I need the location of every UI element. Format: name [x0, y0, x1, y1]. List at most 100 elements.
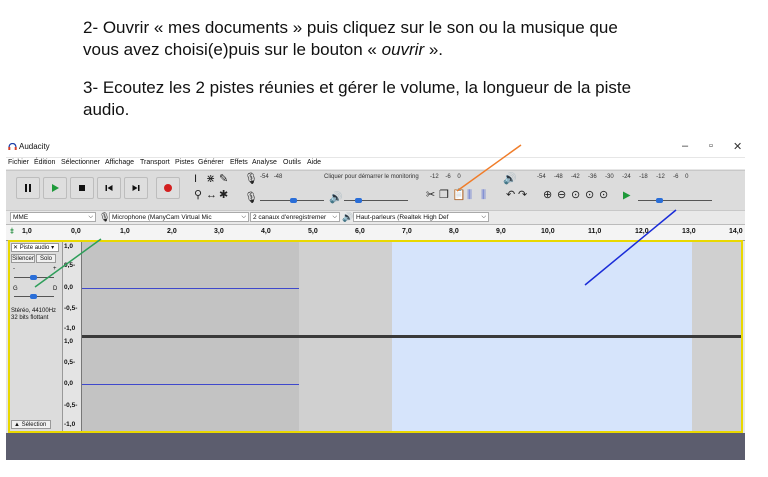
- scale-label: -0,5-: [64, 402, 78, 409]
- audacity-window: Audacity – ▫ ✕ Fichier Édition Sélection…: [6, 137, 745, 460]
- zoom-in-icon[interactable]: ⊕: [543, 190, 552, 201]
- menu-analyze[interactable]: Analyse: [252, 159, 277, 166]
- recording-channels-select[interactable]: 2 canaux d'enregistremer ⌵: [250, 212, 340, 222]
- minimize-button[interactable]: –: [682, 140, 688, 152]
- record-icon: [164, 184, 172, 192]
- title-bar: Audacity – ▫ ✕: [6, 137, 745, 157]
- pause-icon: [25, 184, 31, 192]
- meter-tick: 0: [685, 174, 689, 180]
- scale-label: -0,5-: [64, 305, 78, 312]
- track-info: Stéréo, 44100Hz 32 bits flottant: [11, 308, 56, 322]
- timeline-ruler[interactable]: ⯒ 1,0 0,0 1,0 2,0 3,0 4,0 5,0 6,0 7,0 8,…: [6, 224, 745, 241]
- ruler-tick-label: 6,0: [355, 228, 365, 235]
- empty-project-area[interactable]: [6, 433, 745, 460]
- multi-tool-icon[interactable]: ✱: [219, 190, 228, 201]
- menu-generate[interactable]: Générer: [198, 159, 224, 166]
- menu-help[interactable]: Aide: [307, 159, 321, 166]
- stop-button[interactable]: [70, 177, 94, 199]
- instruction-step-3: 3- Ecoutez les 2 pistes réunies et gérer…: [83, 77, 723, 121]
- menu-tracks[interactable]: Pistes: [175, 159, 194, 166]
- cut-icon[interactable]: ✂: [426, 190, 435, 201]
- audio-host-select[interactable]: MME ⌵: [10, 212, 96, 222]
- scale-label: 1,0: [64, 243, 74, 250]
- playback-volume-knob[interactable]: [355, 198, 362, 203]
- ruler-tick-label: 10,0: [541, 228, 555, 235]
- recording-device-select[interactable]: Microphone (ManyCam Virtual Mic ⌵: [109, 212, 249, 222]
- solo-button[interactable]: Solo: [36, 254, 56, 263]
- ruler-tick-label: 7,0: [402, 228, 412, 235]
- transport-toolbar: Ι ⋇ ✎ ⚲ ↔ ✱ 🎙 -54 -48 Cliquer pour démar…: [6, 170, 745, 211]
- ruler-tick-label: 8,0: [449, 228, 459, 235]
- play-at-speed-icon[interactable]: [622, 191, 631, 200]
- ruler-tick-label: 1,0: [120, 228, 130, 235]
- mute-button[interactable]: Silencer: [11, 254, 35, 263]
- trim-icon[interactable]: ⫼: [467, 190, 472, 201]
- meter-tick: -6: [673, 174, 679, 180]
- selection-tool-icon[interactable]: Ι: [194, 174, 197, 185]
- skip-start-icon: [105, 185, 113, 191]
- time-shift-tool-icon[interactable]: ↔: [206, 190, 217, 201]
- playback-meter-scale[interactable]: -54 -48 -42 -36 -30 -24 -18 -12 -6 0: [537, 174, 688, 180]
- menu-transport[interactable]: Transport: [140, 159, 170, 166]
- skip-start-button[interactable]: [97, 177, 121, 199]
- ruler-tick-label: 11,0: [588, 228, 602, 235]
- zoom-out-icon[interactable]: ⊖: [557, 190, 566, 201]
- maximize-button[interactable]: ▫: [709, 140, 713, 152]
- menu-effects[interactable]: Effets: [230, 159, 248, 166]
- close-button[interactable]: ✕: [733, 140, 742, 153]
- scale-label: 0,0: [64, 284, 74, 291]
- menu-select[interactable]: Sélectionner: [61, 159, 100, 166]
- redo-icon[interactable]: ↷: [518, 190, 527, 201]
- audio-host-value: MME: [13, 214, 29, 221]
- chevron-down-icon: ⌵: [481, 214, 486, 220]
- play-at-speed-slider[interactable]: [638, 200, 712, 201]
- zoom-toggle-icon[interactable]: ⊙: [599, 190, 608, 201]
- record-meter-scale-left[interactable]: -54 -48: [260, 174, 282, 180]
- track-control-panel: ✕ Piste audio ▾ Silencer Solo - + G D St…: [10, 242, 63, 431]
- scale-label: 0,5-: [64, 359, 76, 366]
- ruler-tick-label: 9,0: [496, 228, 506, 235]
- menu-file[interactable]: Fichier: [8, 159, 29, 166]
- fit-project-icon[interactable]: ⊙: [585, 190, 594, 201]
- instruction-step-2-line-2: vous avez choisi(e)puis sur le bouton « …: [83, 39, 723, 61]
- record-meter-scale-right[interactable]: -12 -6 0: [430, 174, 461, 180]
- skip-end-button[interactable]: [124, 177, 148, 199]
- record-meter-hint[interactable]: Cliquer pour démarrer le monitoring: [324, 174, 419, 180]
- playback-device-select[interactable]: Haut-parleurs (Realtek High Def ⌵: [353, 212, 489, 222]
- menu-view[interactable]: Affichage: [105, 159, 134, 166]
- meter-tick: -36: [588, 174, 597, 180]
- gain-minus-label: -: [13, 266, 15, 272]
- pause-button[interactable]: [16, 177, 40, 199]
- meter-tick: -6: [445, 174, 451, 180]
- instruction-step-3-line-1: 3- Ecoutez les 2 pistes réunies et gérer…: [83, 78, 632, 97]
- menu-edit[interactable]: Édition: [34, 159, 55, 166]
- undo-icon[interactable]: ↶: [506, 190, 515, 201]
- play-at-speed-knob[interactable]: [656, 198, 663, 203]
- waveform-area[interactable]: [82, 242, 741, 431]
- gain-slider-knob[interactable]: [30, 275, 37, 280]
- skip-end-icon: [132, 185, 140, 191]
- zoom-tool-icon[interactable]: ⚲: [194, 190, 202, 201]
- silence-icon[interactable]: ⫼: [481, 190, 486, 201]
- meter-tick: -48: [554, 174, 563, 180]
- record-button[interactable]: [156, 177, 180, 199]
- pan-slider-knob[interactable]: [30, 294, 37, 299]
- menu-tools[interactable]: Outils: [283, 159, 301, 166]
- audio-track[interactable]: ✕ Piste audio ▾ Silencer Solo - + G D St…: [8, 240, 743, 433]
- scale-label: 0,0: [64, 380, 74, 387]
- chevron-down-icon: ⌵: [332, 214, 337, 220]
- close-track-icon[interactable]: ✕: [13, 245, 18, 251]
- recording-volume-knob[interactable]: [290, 198, 297, 203]
- select-track-button[interactable]: ▲ Sélection: [11, 420, 51, 429]
- copy-icon[interactable]: ❐: [439, 190, 449, 201]
- fit-selection-icon[interactable]: ⊙: [571, 190, 580, 201]
- draw-tool-icon[interactable]: ✎: [219, 174, 228, 185]
- headphones-icon: [8, 143, 17, 150]
- envelope-tool-icon[interactable]: ⋇: [206, 174, 215, 185]
- playback-volume-slider[interactable]: [344, 200, 408, 201]
- scale-label: -1,0: [64, 325, 76, 332]
- track-name-menu[interactable]: ✕ Piste audio ▾: [11, 243, 59, 252]
- play-button[interactable]: [43, 177, 67, 199]
- paste-icon[interactable]: 📋: [452, 190, 466, 201]
- meter-tick: -42: [571, 174, 580, 180]
